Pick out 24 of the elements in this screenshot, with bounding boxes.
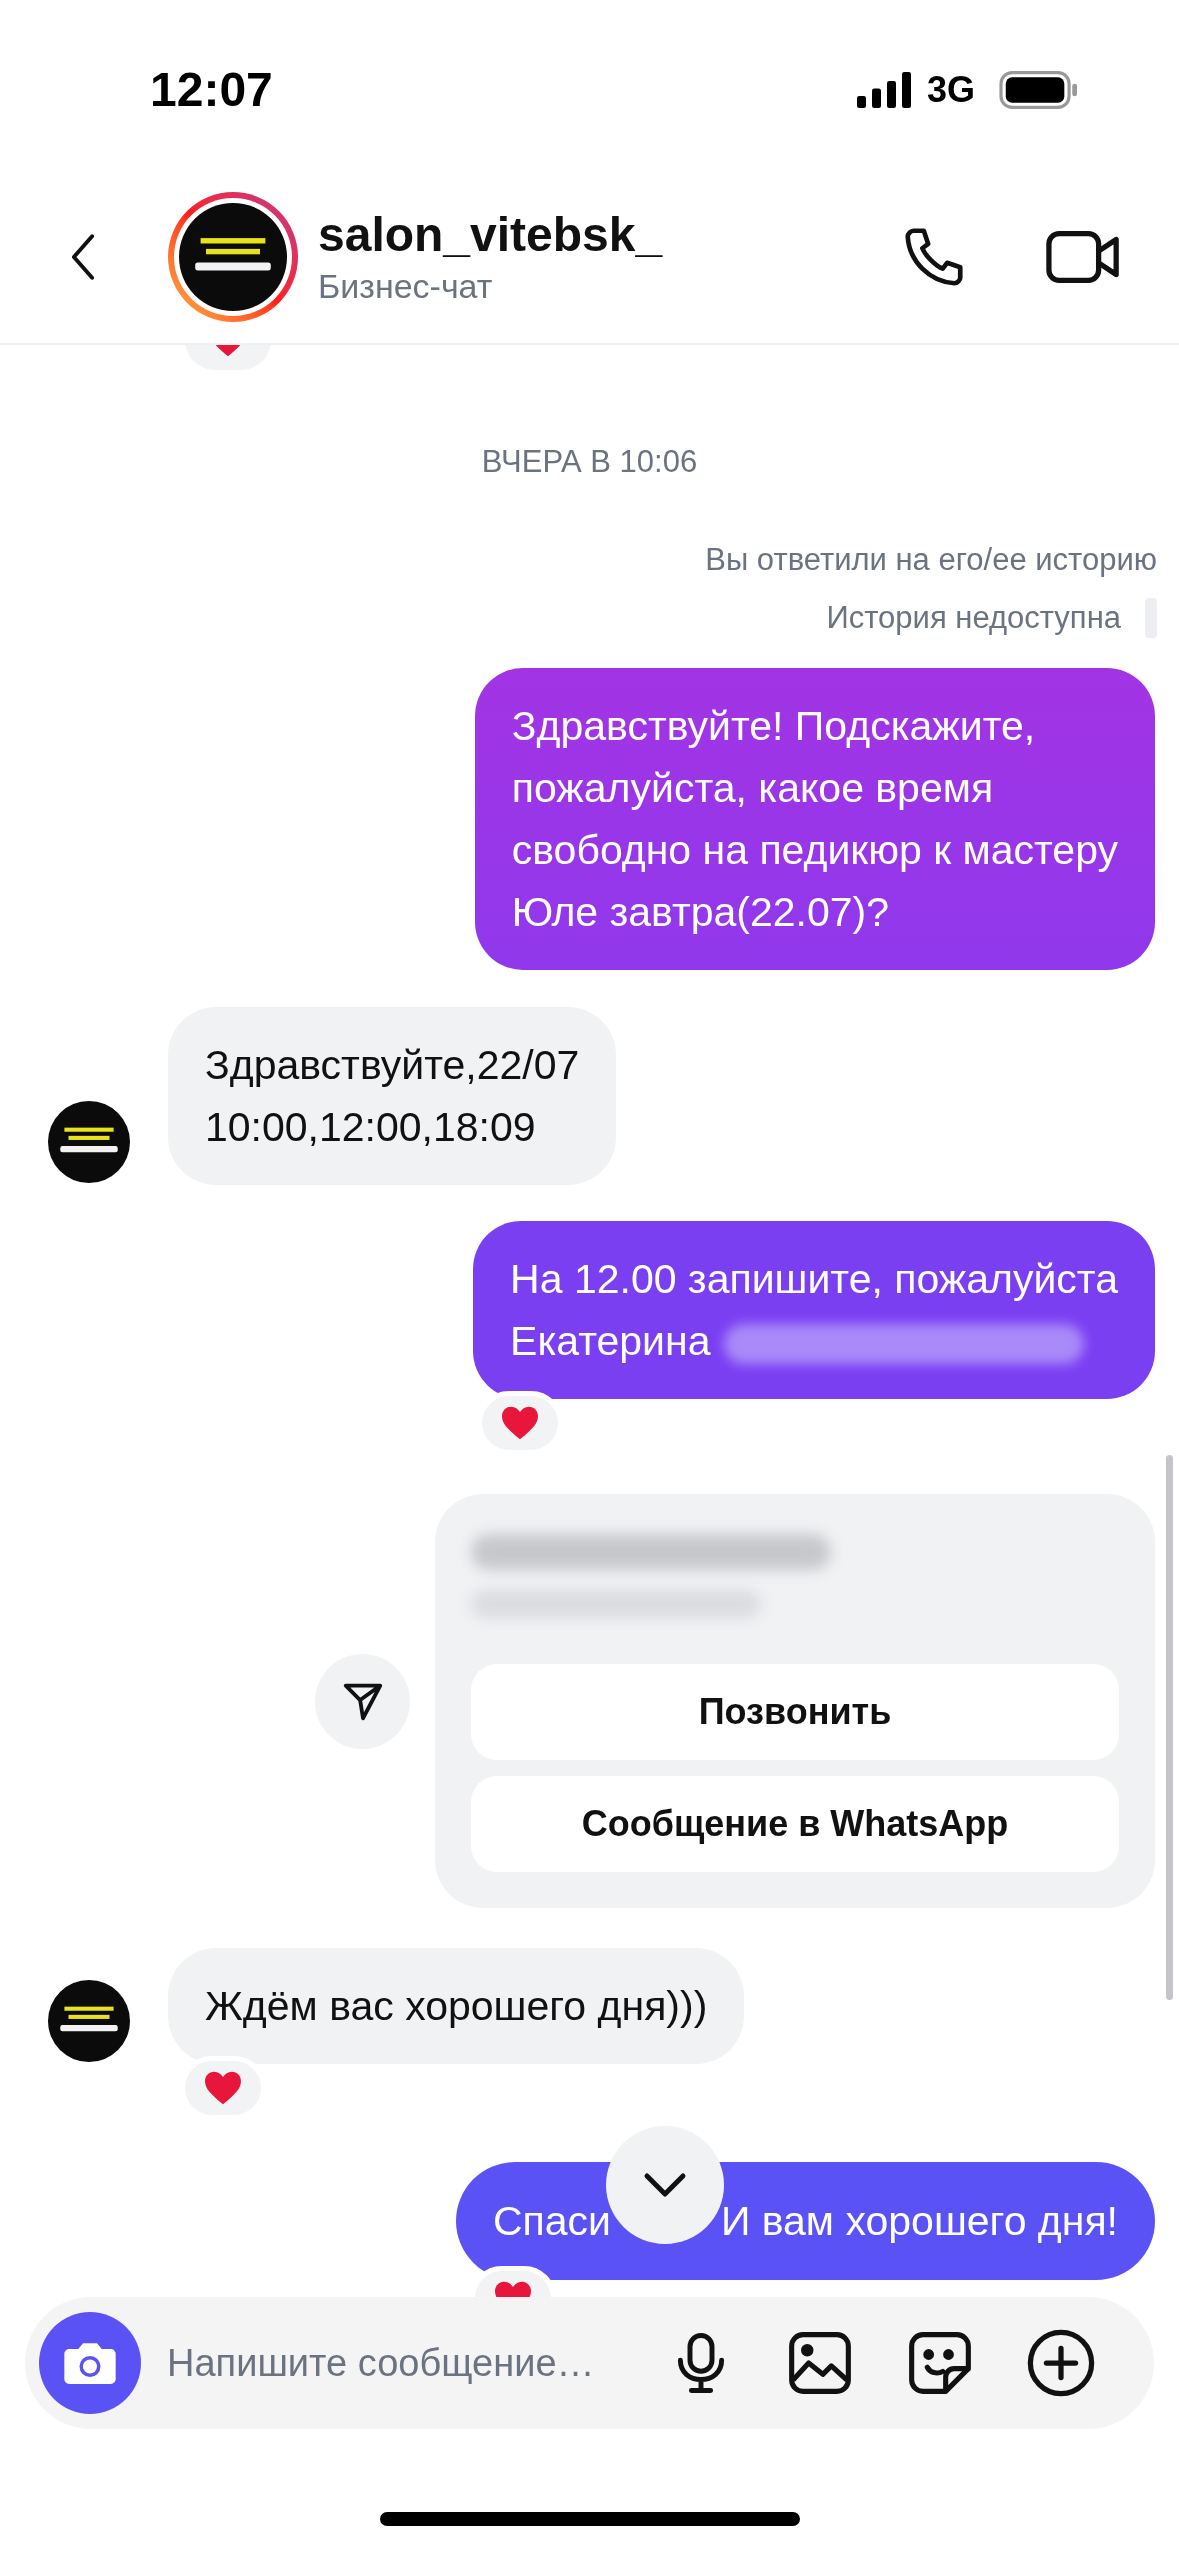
message-text: И вам хорошего дня! [720,2197,1118,2246]
heart-icon [500,1405,541,1441]
chat-name: salon_vitebsk_ [318,206,664,263]
sticker-icon[interactable] [906,2329,974,2397]
date-divider: ВЧЕРА В 10:06 [480,443,699,481]
signal-icon [854,72,913,108]
avatar-icon [179,202,287,311]
image-icon[interactable] [786,2329,854,2397]
avatar-icon [48,1101,130,1183]
chat-subtitle: Бизнес-чат [318,265,494,307]
contact-action-button[interactable]: Позвонить [471,1664,1119,1760]
battery-icon [999,71,1079,109]
status-time: 12:07 [150,62,273,118]
message-input[interactable]: Напишите сообщение… [167,2334,637,2392]
incoming-message: Здравствуйте,22/07 10:00,12:00,18:09 [168,1007,617,1185]
contact-action-button[interactable]: Сообщение в WhatsApp [471,1776,1119,1872]
story-reply-note: История недоступна [826,599,1121,637]
plus-icon[interactable] [1026,2328,1096,2398]
outgoing-message: Здравствуйте! Подскажите, пожалуйста, какое время свободно на педикюр к мастеру Юле завтра(22.07)? [474,668,1155,970]
message-text: Спаси [492,2197,611,2246]
heart-icon [203,2070,243,2106]
avatar-icon [48,1980,130,2062]
story-reply-note: Вы ответили на его/ее историю [705,541,1157,579]
network-label: 3G [926,68,975,112]
